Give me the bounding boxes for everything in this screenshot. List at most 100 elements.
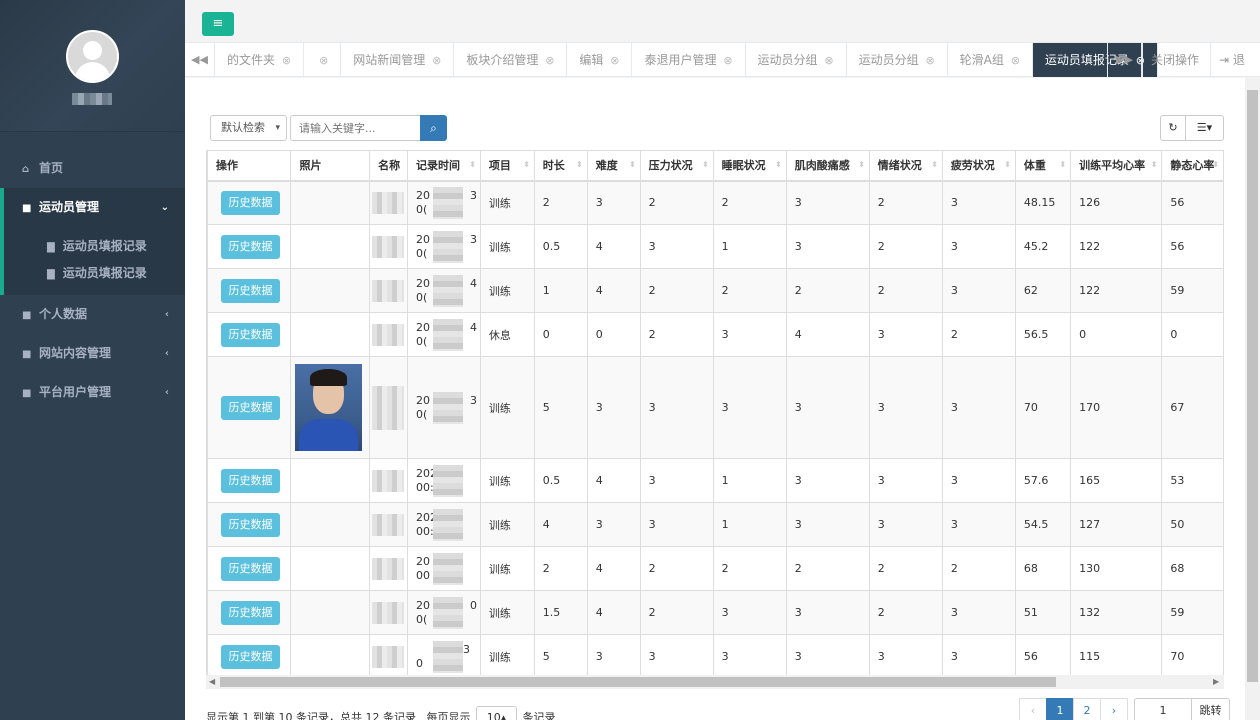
close-operations-dropdown[interactable]: 关闭操作▾ xyxy=(1142,43,1210,101)
columns-toggle-button[interactable]: ☰▾ xyxy=(1185,115,1224,141)
column-header[interactable]: 照片 xyxy=(290,150,371,182)
column-header[interactable]: 睡眠状况 ⬍ xyxy=(712,150,787,182)
history-data-button[interactable]: 历史数据 xyxy=(221,190,280,215)
sort-icon[interactable]: ⬍ xyxy=(1212,160,1219,169)
horizontal-scrollbar[interactable]: ◀ ▶ xyxy=(206,675,1224,689)
history-data-button[interactable]: 历史数据 xyxy=(221,395,280,420)
sidebar-item-platform-users[interactable]: ■ 平台用户管理 ‹ xyxy=(0,373,185,412)
close-icon[interactable]: ⊗ xyxy=(545,54,554,67)
column-header[interactable]: 名称 xyxy=(369,150,409,182)
tab-folder[interactable]: 的文件夹 ⊗ xyxy=(215,43,305,77)
stress-cell: 2 xyxy=(639,546,714,591)
sidebar-item-home[interactable]: ⌂ 首页 xyxy=(0,149,185,188)
horizontal-scroll-thumb[interactable] xyxy=(220,677,1056,687)
column-header[interactable]: 难度 ⬍ xyxy=(586,150,641,182)
weight-cell: 48.15 xyxy=(1014,180,1072,225)
close-icon[interactable]: ⊗ xyxy=(723,54,732,67)
sidebar-item-personal-data[interactable]: ■ 个人数据 ‹ xyxy=(0,295,185,334)
column-header[interactable]: 压力状况 ⬍ xyxy=(639,150,714,182)
close-icon[interactable]: ⊗ xyxy=(925,54,934,67)
rest-hr-cell: 59 xyxy=(1161,590,1224,635)
sort-icon[interactable]: ⬍ xyxy=(702,160,709,169)
scroll-right-icon[interactable]: ▶ xyxy=(1213,675,1219,689)
sort-icon[interactable]: ⬍ xyxy=(1059,160,1066,169)
tab-scroll-right-button[interactable]: ▶▶ xyxy=(1107,43,1142,77)
history-data-button[interactable]: 历史数据 xyxy=(221,322,280,347)
column-header[interactable]: 时长 ⬍ xyxy=(533,150,588,182)
vertical-scrollbar[interactable] xyxy=(1245,78,1260,720)
sidebar-item-athlete-management[interactable]: ■ 运动员管理 ⌄ xyxy=(0,188,185,227)
close-icon[interactable]: ⊗ xyxy=(610,54,619,67)
tab-athlete-group-2[interactable]: 运动员分组 ⊗ xyxy=(847,43,948,77)
sort-icon[interactable]: ⬍ xyxy=(523,160,530,169)
sort-icon[interactable]: ⬍ xyxy=(1151,160,1158,169)
history-data-button[interactable]: 历史数据 xyxy=(221,234,280,259)
record-time-cell: 03 0 xyxy=(407,634,481,675)
sort-icon[interactable]: ⬍ xyxy=(858,160,865,169)
record-time-cell: 20 4 0( xyxy=(407,268,481,313)
close-icon[interactable]: ⊗ xyxy=(319,54,328,67)
refresh-button[interactable]: ↻ xyxy=(1160,115,1186,141)
sort-icon[interactable]: ⬍ xyxy=(629,160,636,169)
action-cell: 历史数据 xyxy=(207,312,292,357)
page-2-button[interactable]: 2 xyxy=(1073,698,1101,720)
scroll-left-icon[interactable]: ◀ xyxy=(209,675,215,689)
close-icon[interactable]: ⊗ xyxy=(282,54,291,67)
pagination-info: 显示第 1 到第 10 条记录，总共 12 条记录 每页显示 10▴ 条记录 xyxy=(206,706,555,720)
sort-icon[interactable]: ⬍ xyxy=(775,160,782,169)
vertical-scroll-thumb[interactable] xyxy=(1247,90,1258,682)
tab-section-intro[interactable]: 板块介绍管理 ⊗ xyxy=(454,43,568,77)
stress-cell: 3 xyxy=(639,356,714,459)
fatigue-cell: 3 xyxy=(941,502,1016,547)
tab-scroll-left-button[interactable]: ◀◀ xyxy=(185,43,215,77)
logout-button[interactable]: ⇥ 退出 xyxy=(1210,43,1260,101)
sort-icon[interactable]: ⬍ xyxy=(931,160,938,169)
sort-icon[interactable]: ⬍ xyxy=(1004,160,1011,169)
table-row: 历史数据 20 4 0(训练 1 4 2 2 2 2 3 62 122 59 xyxy=(207,268,1224,313)
avatar[interactable] xyxy=(66,30,119,83)
tab-athlete-group-1[interactable]: 运动员分组 ⊗ xyxy=(746,43,847,77)
column-header[interactable]: 肌肉酸痛感 ⬍ xyxy=(785,150,870,182)
column-header[interactable]: 操作 xyxy=(207,150,292,182)
history-data-button[interactable]: 历史数据 xyxy=(221,556,280,581)
sidebar-item-content-management[interactable]: ■ 网站内容管理 ‹ xyxy=(0,334,185,373)
tab-blank[interactable]: ⊗ xyxy=(304,43,342,77)
tab-skating-group-a[interactable]: 轮滑A组 ⊗ xyxy=(948,43,1033,77)
column-header[interactable]: 体重 ⬍ xyxy=(1014,150,1072,182)
history-data-button[interactable]: 历史数据 xyxy=(221,278,280,303)
page-prev-button[interactable]: ‹ xyxy=(1019,698,1047,720)
search-mode-select[interactable]: 默认检索 ▾ xyxy=(210,115,287,141)
athlete-photo[interactable] xyxy=(295,364,363,451)
page-size-dropdown[interactable]: 10▴ xyxy=(475,706,517,720)
tab-edit[interactable]: 编辑 ⊗ xyxy=(567,43,633,77)
sidebar-subitem-records-2[interactable]: ▇ 运动员填报记录 xyxy=(4,260,185,287)
page-1-button[interactable]: 1 xyxy=(1046,698,1074,720)
page-next-button[interactable]: › xyxy=(1100,698,1128,720)
page-jump-button[interactable]: 跳转 xyxy=(1192,698,1230,720)
history-data-button[interactable]: 历史数据 xyxy=(221,644,280,669)
tab-retired-users[interactable]: 泰退用户管理 ⊗ xyxy=(632,43,746,77)
column-header[interactable]: 记录时间 ⬍ xyxy=(407,150,481,182)
close-icon[interactable]: ⊗ xyxy=(824,54,833,67)
page-jump-input[interactable]: 1 xyxy=(1134,698,1192,720)
close-icon[interactable]: ⊗ xyxy=(432,54,441,67)
column-header[interactable]: 情绪状况 ⬍ xyxy=(868,150,943,182)
search-input[interactable] xyxy=(290,115,420,141)
sort-icon[interactable]: ⬍ xyxy=(576,160,583,169)
menu-toggle-button[interactable]: ≡ xyxy=(202,12,234,36)
sidebar-subitem-records-1[interactable]: ▇ 运动员填报记录 xyxy=(4,233,185,260)
history-data-button[interactable]: 历史数据 xyxy=(221,600,280,625)
close-icon[interactable]: ⊗ xyxy=(1011,54,1020,67)
column-header[interactable]: 训练平均心率 ⬍ xyxy=(1070,150,1163,182)
column-header[interactable]: 疲劳状况 ⬍ xyxy=(941,150,1016,182)
time-pixelated xyxy=(433,274,464,307)
column-header[interactable]: 项目 ⬍ xyxy=(479,150,535,182)
search-button[interactable]: ⌕ xyxy=(420,115,447,141)
tab-news-management[interactable]: 网站新闻管理 ⊗ xyxy=(341,43,455,77)
history-data-button[interactable]: 历史数据 xyxy=(221,512,280,537)
column-header[interactable]: 静态心率 ⬍ xyxy=(1161,150,1224,182)
sort-icon[interactable]: ⬍ xyxy=(469,160,476,169)
history-data-button[interactable]: 历史数据 xyxy=(221,468,280,493)
difficulty-cell: 4 xyxy=(586,458,641,503)
duration-cell: 5 xyxy=(533,356,588,459)
